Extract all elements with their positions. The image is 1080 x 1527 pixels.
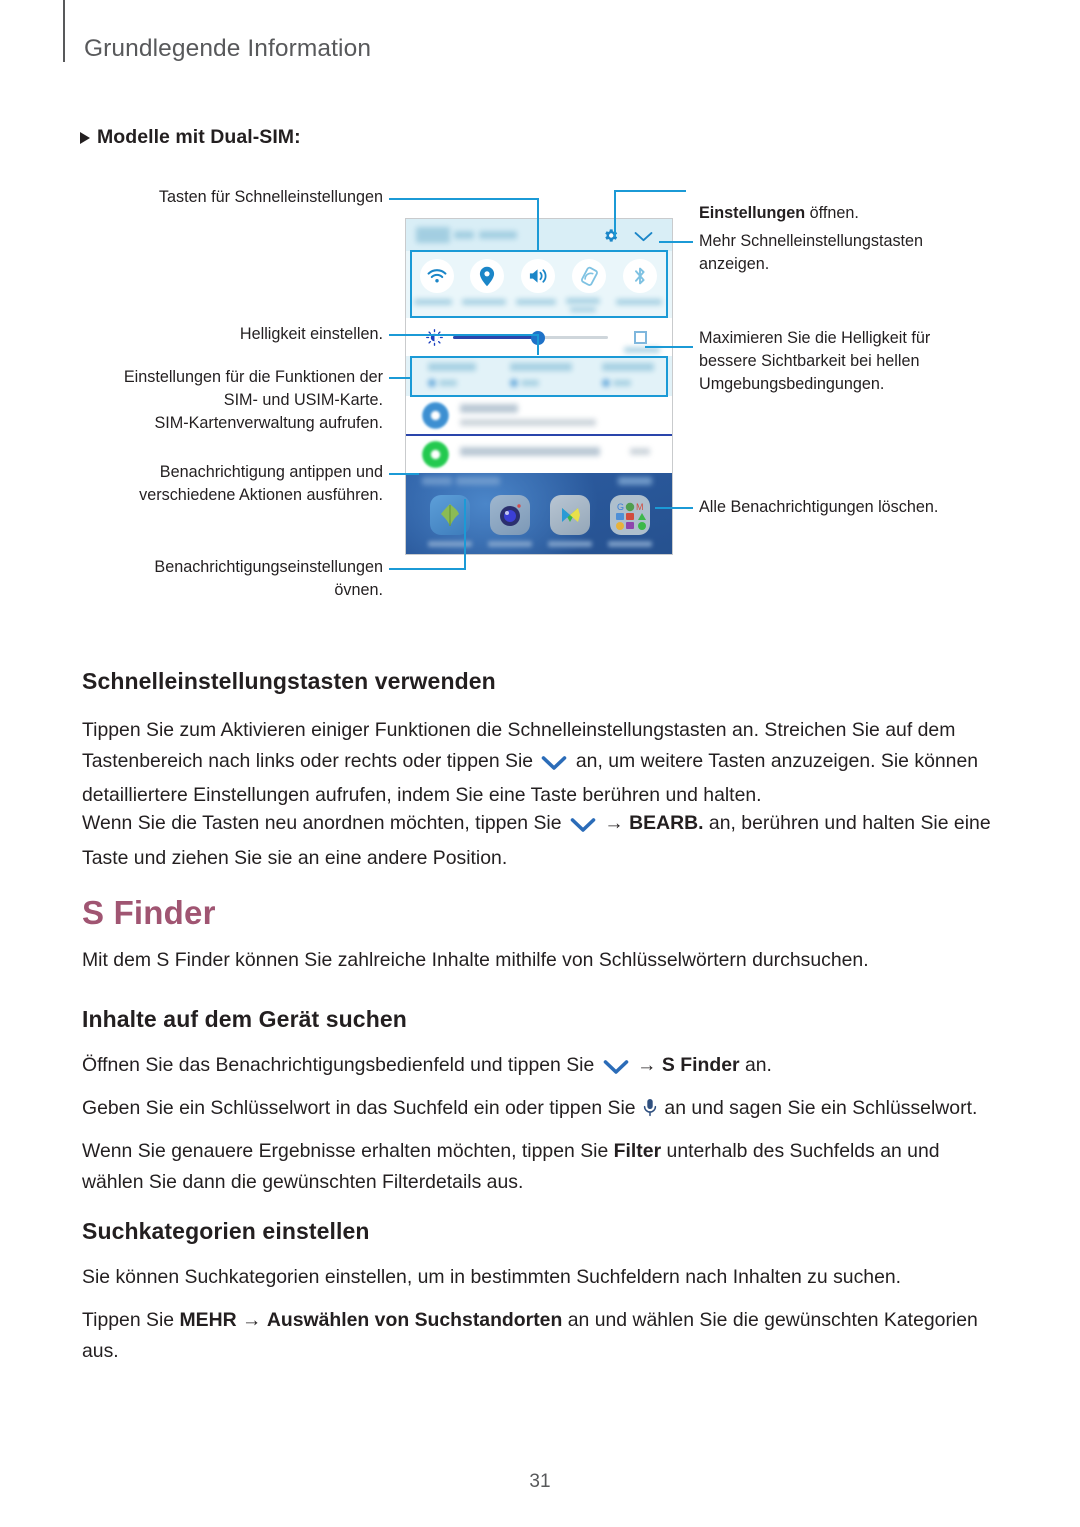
- manual-page: Grundlegende Information Modelle mit Dua…: [0, 0, 1080, 1527]
- p8-bold-auswaehlen: Auswählen von Suchstandorten: [266, 1309, 563, 1331]
- chevron-down-icon[interactable]: [634, 230, 653, 248]
- paragraph-s-finder-intro: Mit dem S Finder können Sie zahlreiche I…: [82, 949, 869, 971]
- p2-arrow: →: [598, 812, 630, 834]
- page-header-title: Grundlegende Information: [84, 35, 372, 62]
- callout-show-more-buttons: Mehr Schnelleinstellungstasten anzeigen.: [699, 232, 924, 273]
- callout-maximize-brightness: Maximieren Sie die Helligkeit für besser…: [699, 329, 931, 393]
- callout-sim-usim-settings: Einstellungen für die Funktionen der SIM…: [123, 368, 383, 432]
- leader-tap-notification: [389, 473, 419, 475]
- auto-brightness-checkbox[interactable]: [634, 331, 647, 344]
- p4-part-b: an.: [739, 1054, 772, 1076]
- callout-tap-notification: Benachrichtigung antippen und verschiede…: [139, 463, 383, 504]
- leader-more-buttons: [659, 241, 693, 243]
- callout-adjust-brightness: Helligkeit einstellen.: [239, 325, 383, 343]
- leader-quick-buttons-h: [389, 198, 539, 200]
- leader-clear-all: [655, 507, 693, 509]
- highlight-quick-tiles: [410, 250, 668, 318]
- gear-icon[interactable]: [602, 227, 619, 249]
- notification-item-1[interactable]: [406, 396, 672, 434]
- callout-notification-settings: Benachrichtigungseinstellungen övnen.: [154, 558, 383, 599]
- paragraph-search-categories-1: Sie können Suchkategorien einstellen, um…: [82, 1266, 902, 1288]
- leader-open-settings-v: [614, 190, 616, 237]
- camera-icon[interactable]: [490, 495, 530, 535]
- paragraph-search-device-2: Geben Sie ein Schlüsselwort in das Suchf…: [82, 1093, 1000, 1127]
- clear-all-label[interactable]: [618, 477, 652, 485]
- notification-1-title: [460, 404, 518, 413]
- paragraph-search-device-1: Öffnen Sie das Benachrichtigungsbedienfe…: [82, 1050, 1000, 1085]
- p4-bold-s-finder: S Finder: [661, 1054, 740, 1076]
- heading-s-finder: S Finder: [82, 894, 216, 931]
- highlight-sim-row: [410, 356, 668, 397]
- p6-part-a: Wenn Sie genauere Ergebnisse erhalten mö…: [82, 1140, 614, 1162]
- paragraph-quick-settings-2: Wenn Sie die Tasten neu anordnen möchten…: [82, 808, 1000, 873]
- leader-max-brightness: [645, 346, 693, 348]
- brightness-slider-fill: [453, 336, 538, 339]
- paragraph-search-categories-2: Tippen Sie MEHR → Auswählen von Suchstan…: [82, 1305, 1000, 1366]
- camera-label: [488, 541, 532, 547]
- clock-blurred-text: [416, 227, 450, 243]
- callout-open-settings-rest: öffnen.: [805, 204, 859, 222]
- home-screen-dock: G M: [406, 473, 672, 554]
- quick-settings-figure: G M Tasten für Schnelleinstellungen Hell…: [0, 168, 1080, 608]
- p5-part-b: an und sagen Sie ein Schlüsselwort.: [659, 1097, 978, 1119]
- notification-1-body: [460, 419, 596, 426]
- svg-text:G: G: [617, 502, 624, 512]
- leader-brightness-v: [537, 334, 539, 355]
- clear-all-button[interactable]: [456, 477, 500, 485]
- callout-clear-all-notifications: Alle Benachrichtigungen löschen.: [699, 498, 939, 516]
- dual-sim-note-label: Modelle mit Dual-SIM:: [97, 126, 301, 148]
- callout-open-settings-bold: Einstellungen: [699, 204, 806, 222]
- p2-bold-bearb: BEARB.: [629, 812, 704, 834]
- dual-sim-note: Modelle mit Dual-SIM:: [80, 126, 301, 149]
- dock-blur-a: [422, 477, 452, 485]
- p2-part-a: Wenn Sie die Tasten neu anordnen möchten…: [82, 812, 567, 834]
- leader-notif-settings-v: [464, 499, 466, 570]
- paragraph-search-device-3: Wenn Sie genauere Ergebnisse erhalten mö…: [82, 1136, 1000, 1197]
- chevron-down-icon-inline-3: [603, 1054, 629, 1085]
- notification-2-time: [630, 448, 650, 455]
- brightness-row: [406, 318, 672, 356]
- notification-2-title: [460, 447, 600, 456]
- p8-bold-mehr: MEHR: [179, 1309, 237, 1331]
- notification-item-2[interactable]: [406, 436, 672, 473]
- play-store-icon[interactable]: [550, 495, 590, 535]
- header-divider-rule: [63, 0, 65, 62]
- leader-sim-settings: [389, 377, 411, 379]
- heading-search-categories: Suchkategorien einstellen: [82, 1218, 370, 1244]
- play-store-label: [548, 541, 592, 547]
- brightness-icon: [426, 329, 443, 351]
- google-folder-icon[interactable]: G M: [610, 495, 650, 535]
- leader-notif-settings-h: [389, 568, 466, 570]
- p5-part-a: Geben Sie ein Schlüsselwort in das Suchf…: [82, 1097, 642, 1119]
- chevron-down-icon-inline-1: [541, 750, 567, 781]
- triangle-bullet-icon: [80, 132, 90, 144]
- callout-open-settings: Einstellungen öffnen.: [699, 179, 1029, 225]
- paragraph-quick-settings-1: Tippen Sie zum Aktivieren einiger Funkti…: [82, 715, 1000, 811]
- p8-arrow: →: [236, 1309, 267, 1331]
- leader-open-settings-h: [614, 190, 686, 192]
- date-blurred-text: [454, 231, 474, 239]
- network-icon: [422, 441, 449, 468]
- heading-search-device: Inhalte auf dem Gerät suchen: [82, 1006, 407, 1032]
- p6-bold-filter: Filter: [613, 1140, 662, 1162]
- callout-quick-setting-buttons: Tasten für Schnelleinstellungen: [158, 188, 383, 206]
- svg-text:M: M: [636, 502, 644, 512]
- profile-sharing-icon: [422, 402, 449, 429]
- panel-status-row: [406, 219, 672, 251]
- weekday-blurred-text: [479, 231, 517, 239]
- chevron-down-icon-inline-2: [570, 812, 596, 843]
- microphone-icon: [643, 1096, 657, 1127]
- leader-quick-buttons-v: [537, 198, 539, 252]
- page-number: 31: [529, 1471, 551, 1492]
- google-folder-label: [608, 541, 652, 547]
- p4-part-a: Öffnen Sie das Benachrichtigungsbedienfe…: [82, 1054, 600, 1076]
- p8-part-a: Tippen Sie: [82, 1309, 180, 1331]
- p4-arrow: →: [631, 1054, 662, 1076]
- leader-brightness-h: [389, 334, 539, 336]
- heading-quick-settings: Schnelleinstellungstasten verwenden: [82, 668, 496, 694]
